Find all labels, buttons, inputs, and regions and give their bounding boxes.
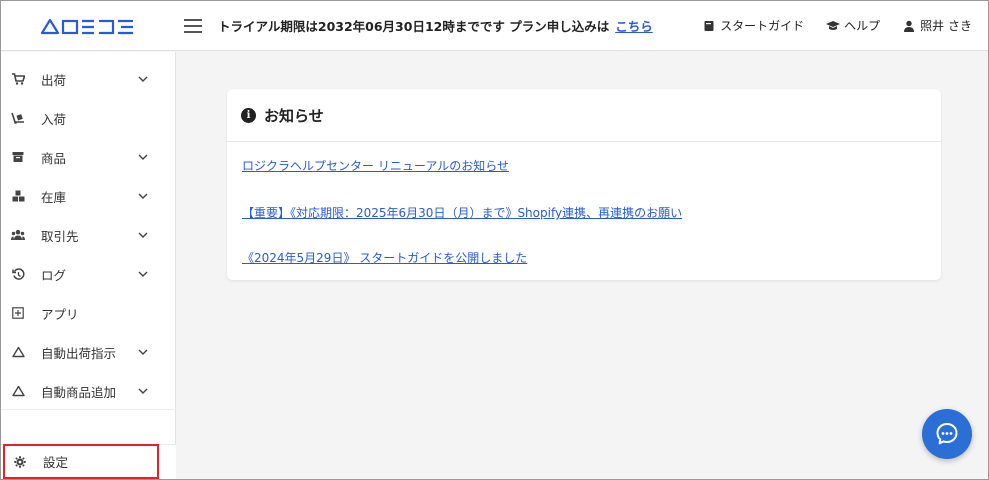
chevron-down-icon xyxy=(137,229,149,241)
logo[interactable] xyxy=(1,1,176,51)
start-guide-link[interactable]: スタートガイド xyxy=(702,17,804,34)
sidebar-item-partners[interactable]: 取引先 xyxy=(1,220,176,250)
help-link[interactable]: ヘルプ xyxy=(826,17,880,34)
help-label: ヘルプ xyxy=(844,19,881,33)
notice-link[interactable]: 【重要】《対応期限：2025年6月30日（月）まで》Shopify連携、再連携の… xyxy=(242,204,682,221)
trial-text: トライアル期限は2032年06月30日12時までです プラン申し込みは xyxy=(218,19,610,34)
app-frame: トライアル期限は2032年06月30日12時までです プラン申し込みは こちら ス… xyxy=(0,0,989,480)
chevron-down-icon xyxy=(137,73,149,85)
notice-card-title: お知らせ xyxy=(264,106,324,125)
sidebar-item-label: 入荷 xyxy=(41,111,67,127)
sidebar-item-settings[interactable]: 設定 xyxy=(3,444,159,479)
chevron-down-icon xyxy=(137,385,149,397)
sidebar-item-products[interactable]: 商品 xyxy=(1,142,176,172)
sidebar: 出荷 入荷 商品 在庫 取引先 ログ アプリ 自動出荷指示 自動商品追加 xyxy=(1,52,176,479)
book-icon xyxy=(702,19,716,33)
cart-icon xyxy=(11,72,25,86)
archive-box-icon xyxy=(11,150,25,164)
boxes-icon xyxy=(11,189,25,203)
sidebar-item-inventory[interactable]: 在庫 xyxy=(1,181,176,211)
sidebar-item-label: 自動商品追加 xyxy=(41,384,117,400)
triangle-icon xyxy=(11,345,25,359)
chat-support-button[interactable] xyxy=(922,409,972,459)
notice-card-header: i お知らせ xyxy=(227,89,941,142)
sidebar-item-label: アプリ xyxy=(41,306,79,322)
dolly-icon xyxy=(11,111,25,125)
users-icon xyxy=(11,228,25,242)
sidebar-item-log[interactable]: ログ xyxy=(1,259,176,289)
plus-square-icon xyxy=(11,306,25,320)
chevron-down-icon xyxy=(137,346,149,358)
user-icon xyxy=(902,19,916,33)
chevron-down-icon xyxy=(137,268,149,280)
sidebar-item-label: 商品 xyxy=(41,150,67,166)
chevron-down-icon xyxy=(137,151,149,163)
start-guide-label: スタートガイド xyxy=(720,19,805,33)
chevron-down-icon xyxy=(137,190,149,202)
sidebar-item-label: ログ xyxy=(41,267,67,283)
sidebar-item-receiving[interactable]: 入荷 xyxy=(1,103,176,133)
sidebar-item-label: 取引先 xyxy=(41,228,79,244)
info-icon: i xyxy=(241,107,256,123)
sidebar-item-shipping[interactable]: 出荷 xyxy=(1,64,176,94)
menu-toggle-button[interactable] xyxy=(184,18,202,33)
user-menu[interactable]: 照井 さき xyxy=(902,17,972,34)
graduation-cap-icon xyxy=(826,19,841,33)
gear-icon xyxy=(13,455,27,469)
sidebar-item-label: 出荷 xyxy=(41,72,67,88)
notice-link[interactable]: ロジクラヘルプセンター リニューアルのお知らせ xyxy=(242,157,509,174)
triangle-icon xyxy=(11,384,25,398)
notice-card: i お知らせ ロジクラヘルプセンター リニューアルのお知らせ 【重要】《対応期限… xyxy=(227,89,941,280)
sidebar-item-label: 在庫 xyxy=(41,189,67,205)
top-header: トライアル期限は2032年06月30日12時までです プラン申し込みは こちら ス… xyxy=(1,1,988,51)
logo-mark-icon xyxy=(40,18,133,34)
trial-plan-link[interactable]: こちら xyxy=(615,19,653,34)
trial-banner: トライアル期限は2032年06月30日12時までです プラン申し込みは こちら xyxy=(218,16,653,35)
sidebar-divider xyxy=(1,409,176,410)
notice-link[interactable]: 《2024年5月29日》 スタートガイドを公開しました xyxy=(242,249,527,266)
sidebar-item-auto-shipping[interactable]: 自動出荷指示 xyxy=(1,337,176,367)
user-name: 照井 さき xyxy=(920,19,972,33)
sidebar-item-label: 自動出荷指示 xyxy=(41,345,117,361)
sidebar-item-apps[interactable]: アプリ xyxy=(1,298,176,328)
sidebar-item-auto-products[interactable]: 自動商品追加 xyxy=(1,376,176,406)
chat-icon xyxy=(936,423,958,445)
history-icon xyxy=(11,267,25,281)
sidebar-item-label: 設定 xyxy=(43,455,69,470)
